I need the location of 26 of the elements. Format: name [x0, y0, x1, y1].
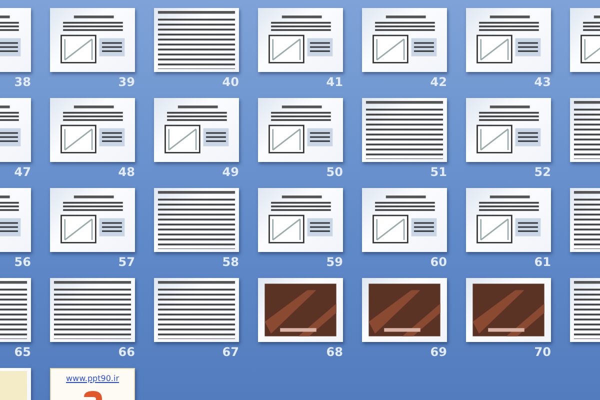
slide-number: 58: [222, 255, 239, 269]
slide-number: 59: [326, 255, 343, 269]
slide-number: 52: [534, 165, 551, 179]
slide-number: 48: [118, 165, 135, 179]
slide-number: 57: [118, 255, 135, 269]
slide-number: 51: [430, 165, 447, 179]
slide-number: 69: [430, 345, 447, 359]
slide-number: 42: [430, 75, 447, 89]
slide-number: 66: [118, 345, 135, 359]
slide-number: 40: [222, 75, 239, 89]
slide-number: 39: [118, 75, 135, 89]
slide-number: 68: [326, 345, 343, 359]
slide-number: 50: [326, 165, 343, 179]
slide-number: 47: [14, 165, 31, 179]
slide-number: 60: [430, 255, 447, 269]
slide-number: 70: [534, 345, 551, 359]
slide-number: 67: [222, 345, 239, 359]
slide-number: 65: [14, 345, 31, 359]
slide-number: 56: [14, 255, 31, 269]
slide-number: 41: [326, 75, 343, 89]
link-text: www.ppt90.ir: [66, 374, 119, 383]
slide-number: 49: [222, 165, 239, 179]
slide-thumbnail[interactable]: www.ppt90.ir: [50, 368, 135, 400]
slide-number: 61: [534, 255, 551, 269]
slide-number: 43: [534, 75, 551, 89]
slide-number: 38: [14, 75, 31, 89]
